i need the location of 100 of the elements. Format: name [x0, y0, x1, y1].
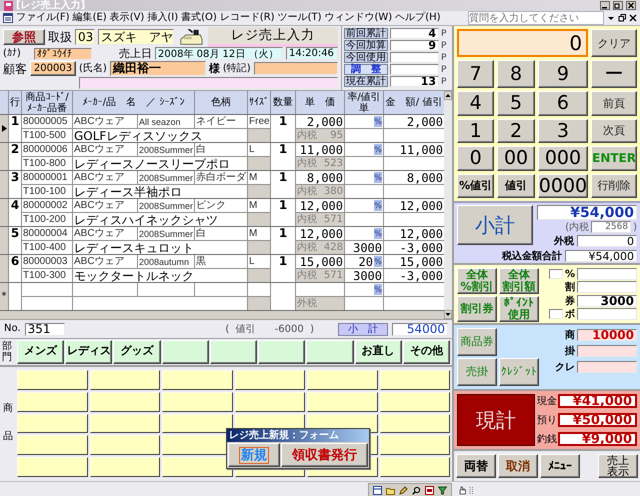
keypad-key[interactable]: 値引: [497, 174, 535, 198]
product-button[interactable]: [307, 370, 378, 390]
keypad-key[interactable]: %値引: [457, 174, 494, 198]
hand-icon[interactable]: [458, 486, 467, 494]
percent-button[interactable]: %: [374, 116, 382, 127]
keypad-key[interactable]: 00: [497, 146, 535, 170]
department-button[interactable]: [210, 340, 258, 364]
product-button[interactable]: [380, 457, 450, 477]
restore-icon[interactable]: [618, 14, 626, 22]
menu-item[interactable]: ツール(T): [278, 12, 322, 24]
action-button[interactable]: 取消: [498, 454, 538, 478]
search-icon[interactable]: [412, 486, 421, 494]
menu-item[interactable]: ファイル(F): [16, 12, 70, 24]
payment-field[interactable]: [577, 360, 637, 372]
receipt-button[interactable]: 領収書発行: [281, 443, 368, 467]
product-button[interactable]: [380, 392, 450, 412]
points-field[interactable]: 4: [390, 28, 439, 39]
product-button[interactable]: [90, 392, 160, 412]
clear-key[interactable]: クリア: [591, 29, 637, 57]
keypad-key[interactable]: 6: [538, 91, 588, 116]
keypad-key[interactable]: 4: [457, 91, 494, 116]
adjust-button[interactable]: 調 整: [344, 64, 388, 75]
scroll-down-icon[interactable]: [444, 310, 452, 319]
keypad-key[interactable]: 前頁: [591, 91, 637, 116]
cash-total-button[interactable]: 現計: [457, 394, 535, 446]
customer-name-field[interactable]: 織田裕一: [110, 61, 206, 76]
lookup-button[interactable]: 参照: [3, 29, 45, 45]
keypad-key[interactable]: 9: [538, 60, 588, 88]
handler-name-field[interactable]: スズキ アヤ: [98, 29, 174, 45]
minimize-button[interactable]: [600, 1, 610, 10]
product-button[interactable]: [380, 435, 450, 456]
product-button[interactable]: [17, 414, 88, 434]
menu-item[interactable]: ヘルプ(H): [395, 12, 441, 24]
number-field[interactable]: 351: [24, 322, 65, 336]
subtotal-field[interactable]: 54000: [392, 322, 448, 336]
product-button[interactable]: [234, 370, 305, 390]
keypad-key[interactable]: 2: [497, 118, 535, 143]
menu-item[interactable]: 挿入(I): [147, 12, 178, 24]
menu-item[interactable]: 表示(V): [110, 12, 144, 24]
keypad-key[interactable]: 0000: [538, 174, 588, 198]
kana-field[interactable]: ｵﾀﾞﾕｳｲﾁ: [34, 48, 92, 60]
product-button[interactable]: [17, 392, 88, 412]
percent-button[interactable]: %: [374, 144, 382, 155]
points-field[interactable]: 13: [390, 76, 439, 87]
small-input-field[interactable]: [549, 308, 563, 319]
department-button[interactable]: グッズ: [113, 340, 161, 364]
product-button[interactable]: [90, 370, 160, 390]
keypad-key[interactable]: 7: [457, 60, 494, 88]
percent-button[interactable]: %: [374, 172, 382, 183]
product-button[interactable]: [17, 370, 88, 390]
restore-button[interactable]: [613, 1, 623, 10]
percent-button[interactable]: %: [374, 284, 382, 295]
product-button[interactable]: [17, 457, 88, 477]
customer-code-button[interactable]: 200003: [30, 61, 76, 76]
department-button[interactable]: お直し: [354, 340, 402, 364]
discount-field[interactable]: 3000: [577, 294, 637, 307]
keypad-key[interactable]: 3: [538, 118, 588, 143]
payment-field[interactable]: [577, 344, 637, 356]
discount-field[interactable]: [577, 308, 637, 320]
percent-button[interactable]: %: [374, 228, 382, 239]
keypad-key[interactable]: 0: [457, 146, 494, 170]
form-icon[interactable]: [373, 486, 382, 494]
product-button[interactable]: [307, 392, 378, 412]
action-button[interactable]: 売上 表示: [598, 454, 638, 478]
department-button[interactable]: [258, 340, 306, 364]
department-button[interactable]: メンズ: [17, 340, 64, 364]
keypad-key[interactable]: 8: [497, 60, 535, 88]
points-field[interactable]: [390, 64, 439, 75]
department-button[interactable]: その他: [402, 340, 450, 364]
payment-field[interactable]: 10000: [577, 328, 637, 340]
sale-time-field[interactable]: 14:20:46: [286, 47, 338, 60]
pencil-icon[interactable]: [399, 486, 408, 494]
sale-date-field[interactable]: 2008年 08月 12日 （火）: [155, 47, 283, 60]
small-input-field[interactable]: [548, 269, 563, 279]
product-button[interactable]: [90, 414, 160, 434]
keypad-key[interactable]: 5: [497, 91, 535, 116]
row-selector[interactable]: [0, 115, 8, 142]
close-button[interactable]: [626, 1, 636, 10]
keypad-key[interactable]: ー: [591, 60, 637, 88]
product-button[interactable]: [380, 414, 450, 434]
product-button[interactable]: [162, 457, 232, 477]
menu-item[interactable]: ウィンドウ(W): [324, 12, 392, 24]
menu-item[interactable]: 編集(E): [72, 12, 107, 24]
scrollbar[interactable]: [444, 91, 452, 319]
action-button[interactable]: 両替: [456, 454, 496, 478]
product-button[interactable]: [90, 435, 160, 456]
discount-field[interactable]: [577, 281, 637, 294]
keypad-key[interactable]: 1: [457, 118, 494, 143]
dropdown-icon[interactable]: [607, 14, 615, 22]
subtotal-button[interactable]: 小計: [457, 205, 533, 245]
help-search-field[interactable]: 質問を入力してください: [468, 11, 604, 25]
percent-button[interactable]: %: [374, 256, 382, 267]
action-button[interactable]: ﾒﾆｭｰ: [540, 454, 580, 478]
memo-field[interactable]: [79, 77, 338, 89]
product-button[interactable]: [234, 392, 305, 412]
menu-item[interactable]: レコード(R): [220, 12, 275, 24]
discount-field[interactable]: [577, 268, 637, 280]
department-button[interactable]: [162, 340, 209, 364]
points-field[interactable]: 9: [390, 40, 439, 51]
close-icon[interactable]: [629, 14, 637, 22]
